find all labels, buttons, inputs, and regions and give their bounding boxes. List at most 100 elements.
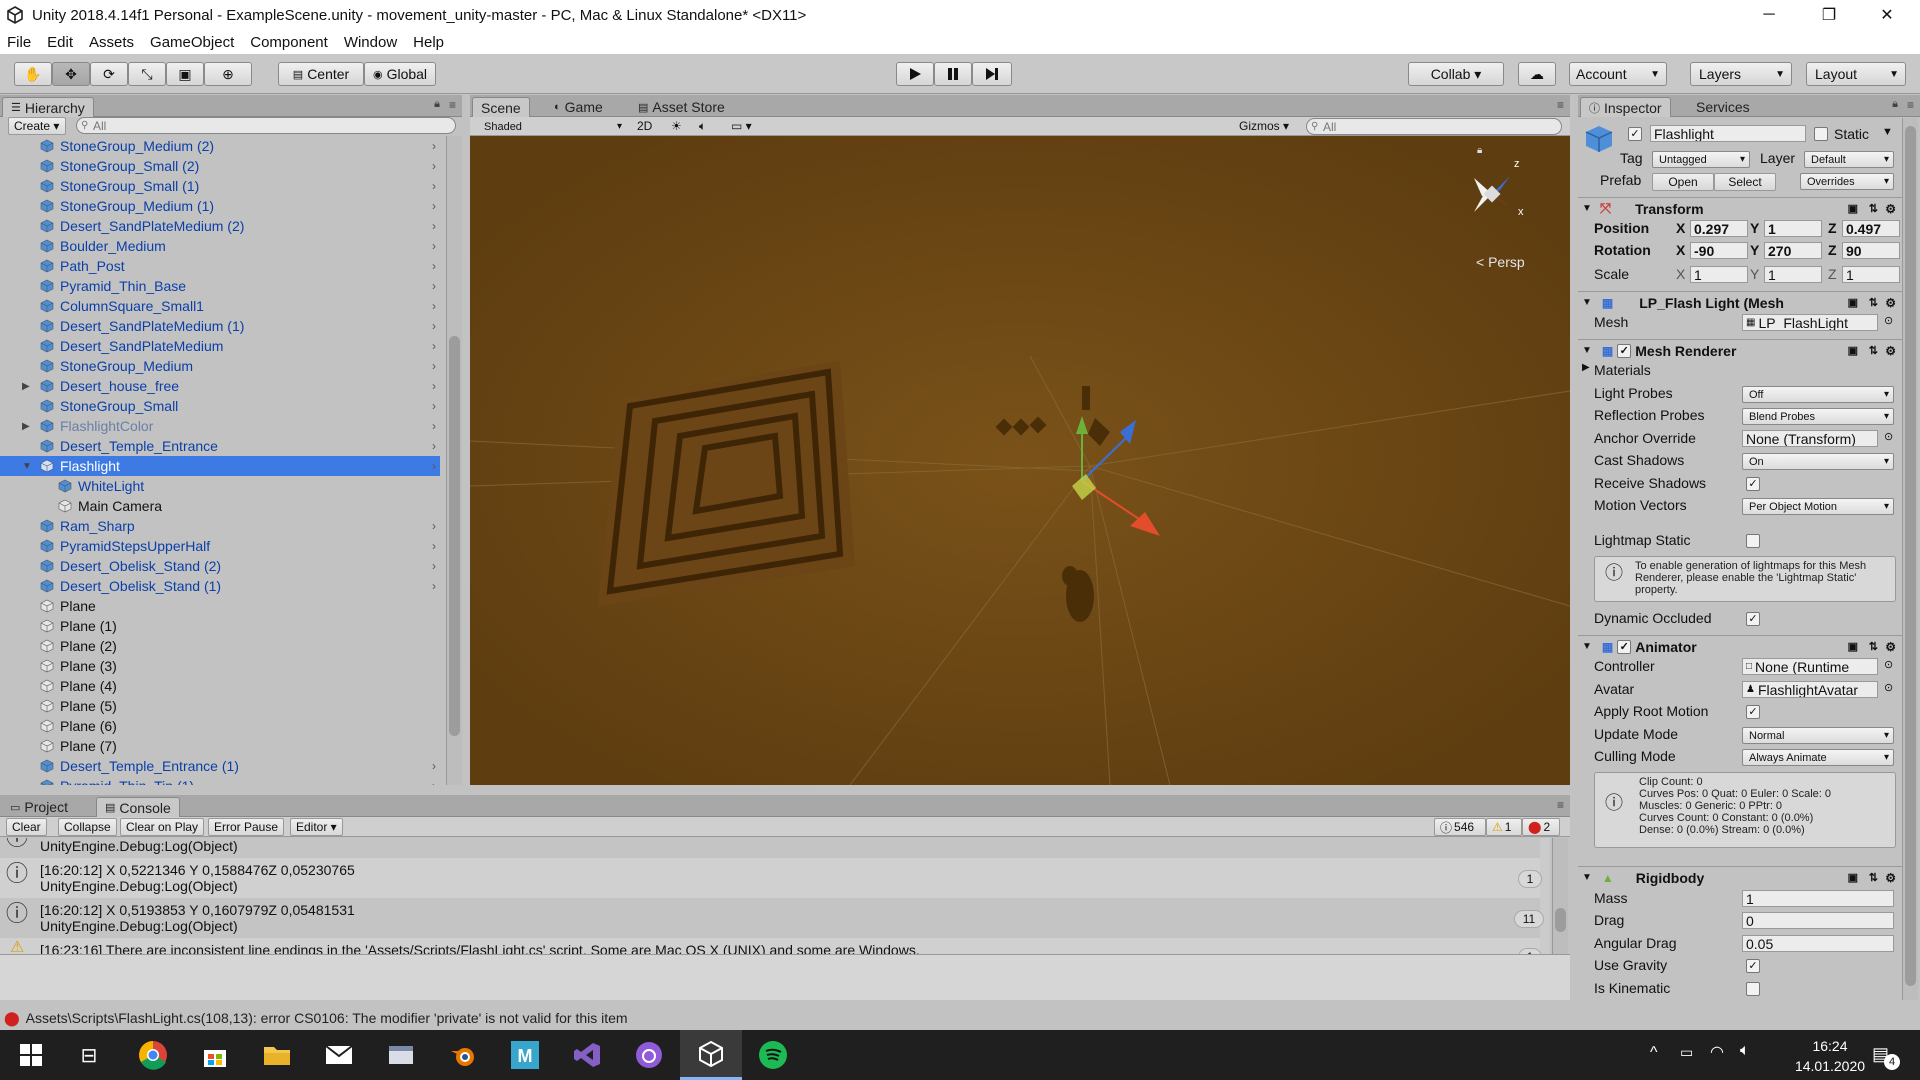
mesh-renderer-header[interactable]: ▼ ▦ ✓ Mesh Renderer ▣ ⇅ ⚙ (1578, 339, 1902, 361)
active-checkbox[interactable]: ✓ (1628, 127, 1642, 141)
presets-icon[interactable]: ⇅ (1869, 640, 1878, 653)
object-name-field[interactable]: Flashlight (1650, 125, 1806, 142)
mesh-filter-header[interactable]: ▼ ▦ LP_Flash Light (Mesh ▣ ⇅ ⚙ (1578, 291, 1902, 313)
chevron-right-icon[interactable]: › (432, 139, 436, 153)
materials-label[interactable]: Materials (1594, 362, 1651, 378)
gear-icon[interactable]: ⚙ (1885, 344, 1896, 358)
panel-menu-icon[interactable]: ≡ (449, 98, 456, 112)
gear-icon[interactable]: ⚙ (1885, 640, 1896, 654)
help-book-icon[interactable]: ▣ (1848, 296, 1858, 309)
hierarchy-item[interactable]: StoneGroup_Medium › (0, 356, 440, 376)
chevron-right-icon[interactable]: › (432, 319, 436, 333)
hierarchy-item[interactable]: Desert_Obelisk_Stand (1) › (0, 576, 440, 596)
rotation-z-field[interactable]: 90 (1842, 242, 1900, 259)
prefab-select-button[interactable]: Select (1714, 173, 1776, 191)
chevron-up-icon[interactable]: ^ (1650, 1044, 1658, 1062)
volume-icon[interactable]: 🔈︎ (1740, 1042, 1750, 1060)
maximize-button[interactable]: ❐ (1800, 0, 1858, 30)
drag-field[interactable]: 0 (1742, 912, 1894, 929)
axis-x-label[interactable]: X (1676, 266, 1685, 282)
presets-icon[interactable]: ⇅ (1869, 296, 1878, 309)
mesh-renderer-enabled-checkbox[interactable]: ✓ (1617, 343, 1632, 358)
hierarchy-item[interactable]: StoneGroup_Small (2) › (0, 156, 440, 176)
presets-icon[interactable]: ⇅ (1869, 871, 1878, 884)
is-kinematic-checkbox[interactable] (1746, 982, 1760, 996)
tab-project[interactable]: ▭ Project (2, 797, 76, 817)
menu-gameobject[interactable]: GameObject (143, 34, 243, 51)
spotify-taskbar-button[interactable] (742, 1030, 804, 1080)
collab-dropdown[interactable]: Collab ▾ (1408, 62, 1504, 86)
console-scroll-thumb[interactable] (1555, 908, 1566, 932)
console-clear-on-play-button[interactable]: Clear on Play (120, 818, 205, 836)
hierarchy-item[interactable]: Plane (3) (0, 656, 440, 676)
light-probes-dropdown[interactable]: Off (1742, 386, 1894, 403)
hierarchy-scroll-thumb[interactable] (449, 336, 460, 736)
apply-root-motion-checkbox[interactable]: ✓ (1746, 705, 1760, 719)
hierarchy-item[interactable]: Desert_SandPlateMedium (1) › (0, 316, 440, 336)
hierarchy-item[interactable]: WhiteLight (0, 476, 440, 496)
unity-taskbar-button[interactable] (680, 1030, 742, 1080)
chevron-down-icon[interactable]: ▼ (1882, 126, 1893, 138)
layer-dropdown[interactable]: Default (1804, 151, 1894, 168)
chevron-right-icon[interactable]: › (432, 559, 436, 573)
layout-dropdown[interactable]: Layout ▼ (1806, 62, 1906, 86)
task-view-button[interactable]: ⊟ (58, 1030, 120, 1080)
account-dropdown[interactable]: Account ▼ (1569, 62, 1667, 86)
hierarchy-search-input[interactable]: ⚲ All (76, 117, 456, 134)
prefab-overrides-dropdown[interactable]: Overrides (1800, 173, 1894, 190)
rigidbody-header[interactable]: ▼ ▲ Rigidbody ▣ ⇅ ⚙ (1578, 866, 1902, 888)
hierarchy-item[interactable]: ▼ Flashlight › (0, 456, 440, 476)
audio-toggle[interactable]: 🔈︎ (694, 117, 718, 135)
reflection-probes-dropdown[interactable]: Blend Probes (1742, 408, 1894, 425)
axis-y-label[interactable]: Y (1750, 242, 1759, 258)
gizmos-dropdown[interactable]: Gizmos ▾ (1234, 117, 1296, 135)
tab-inspector[interactable]: ⓘ Inspector (1580, 97, 1671, 117)
object-picker-icon[interactable]: ⊙ (1884, 314, 1893, 327)
inspector-scroll-thumb[interactable] (1905, 126, 1916, 986)
controller-field[interactable]: □ None (Runtime (1742, 658, 1878, 675)
angular-drag-field[interactable]: 0.05 (1742, 935, 1894, 952)
culling-mode-dropdown[interactable]: Always Animate (1742, 749, 1894, 766)
tab-scene[interactable]: Scene (472, 97, 530, 117)
chevron-right-icon[interactable]: › (432, 399, 436, 413)
hierarchy-item[interactable]: Boulder_Medium › (0, 236, 440, 256)
chevron-right-icon[interactable]: › (432, 439, 436, 453)
position-x-field[interactable]: 0.297 (1690, 220, 1748, 237)
foldout-icon[interactable]: ▶ (22, 381, 30, 392)
hierarchy-item[interactable]: StoneGroup_Medium (1) › (0, 196, 440, 216)
help-book-icon[interactable]: ▣ (1848, 202, 1858, 215)
close-button[interactable]: ✕ (1858, 0, 1916, 30)
lighting-toggle[interactable]: ☀ (666, 117, 690, 135)
warning-filter-toggle[interactable]: ⚠ 1 (1486, 818, 1522, 836)
lock-icon[interactable]: 🔒︎ (434, 98, 440, 111)
rect-tool-button[interactable]: ▣ (166, 62, 204, 86)
hierarchy-item[interactable]: Pyramid_Thin_Tip (1) › (0, 776, 440, 785)
menu-edit[interactable]: Edit (40, 34, 82, 51)
hierarchy-scrollbar[interactable] (446, 136, 462, 785)
hierarchy-item[interactable]: Plane (6) (0, 716, 440, 736)
pivot-center-toggle[interactable]: ▤ Center (278, 62, 364, 86)
axis-z-label[interactable]: Z (1828, 242, 1837, 258)
foldout-icon[interactable]: ▶ (22, 421, 30, 432)
mesh-object-field[interactable]: ▦ LP_FlashLight (1742, 314, 1878, 331)
panel-menu-icon[interactable]: ≡ (1907, 98, 1914, 112)
axis-y-label[interactable]: Y (1750, 266, 1759, 282)
chevron-right-icon[interactable]: › (432, 519, 436, 533)
play-button[interactable] (896, 62, 934, 86)
rotate-tool-button[interactable]: ⟳ (90, 62, 128, 86)
hierarchy-item[interactable]: Desert_Obelisk_Stand (2) › (0, 556, 440, 576)
step-button[interactable] (972, 62, 1012, 86)
pivot-global-toggle[interactable]: ◉ Global (364, 62, 436, 86)
2d-toggle[interactable]: 2D (632, 117, 660, 135)
lightmap-static-checkbox[interactable] (1746, 534, 1760, 548)
help-book-icon[interactable]: ▣ (1848, 640, 1858, 653)
avatar-field[interactable]: ♟ FlashlightAvatar (1742, 681, 1878, 698)
battery-icon[interactable]: ▭ (1680, 1044, 1693, 1061)
gear-icon[interactable]: ⚙ (1885, 202, 1896, 216)
object-picker-icon[interactable]: ⊙ (1884, 658, 1893, 671)
cloud-button[interactable]: ☁ (1518, 62, 1556, 86)
axis-y-label[interactable]: Y (1750, 220, 1759, 236)
foldout-icon[interactable]: ▼ (22, 461, 32, 472)
console-error-pause-button[interactable]: Error Pause (208, 818, 285, 836)
object-picker-icon[interactable]: ⊙ (1884, 430, 1893, 443)
